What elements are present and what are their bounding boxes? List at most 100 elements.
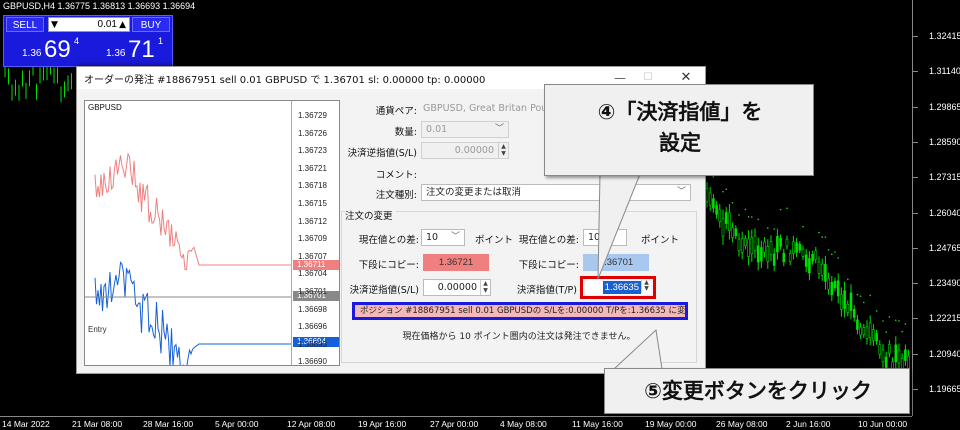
buy-quote-pips: 71	[128, 36, 155, 63]
candle-body	[817, 261, 821, 274]
diff-unit-tp: ポイント	[641, 235, 680, 246]
price-label: 1.32415	[929, 31, 960, 41]
info-message: 現在価格から 10 ポイント圏内の注文は発注できません。	[402, 332, 636, 342]
candle-body	[721, 218, 725, 237]
price-label: 1.24765	[929, 242, 960, 253]
chevron-down-icon: ﹀	[676, 187, 686, 197]
candle-body	[785, 238, 789, 247]
volume-select[interactable]: 0.01 ﹀	[421, 121, 509, 138]
price-tick	[913, 212, 918, 214]
sell-quote-point: 4	[74, 36, 80, 46]
price-tick	[913, 283, 918, 285]
candle-body	[715, 205, 718, 215]
candle-body	[724, 212, 728, 224]
buy-quote-prefix: 1.36	[106, 48, 126, 59]
copy-tp-button[interactable]: 1.36701	[583, 254, 649, 271]
copy-sl-button[interactable]: 1.36721	[423, 254, 489, 271]
candle-body	[865, 326, 869, 339]
date-label: 4 May 08:00	[500, 419, 547, 429]
symbol-label: 通貨ペア:	[375, 106, 417, 117]
indicator-dot	[751, 216, 753, 218]
candle-body	[769, 241, 773, 256]
candle-body	[747, 238, 750, 257]
date-label: 19 Apr 16:00	[358, 419, 407, 429]
candle-body	[884, 356, 888, 368]
indicator-dot	[818, 231, 820, 234]
modify-button-label: ポジション #18867951 sell 0.01 GBPUSDの S/Lを:0…	[360, 306, 688, 316]
tick-price-label: 1.36701	[298, 287, 327, 296]
new-tp-value: 1.36635	[602, 281, 641, 294]
indicator-dot	[738, 214, 740, 216]
tick-chart-price-scale: 1.36711 1.36701 1.36694 1.36729 1.36726 1.…	[291, 101, 339, 366]
tp-highlight-frame: 1.36635 ▲ ▼	[580, 276, 656, 299]
modify-group-title: 注文の変更	[345, 208, 396, 222]
candle-body	[811, 253, 814, 262]
diff-select-tp[interactable]: 10	[583, 229, 627, 246]
candle-body	[808, 258, 811, 274]
new-sl-input[interactable]: 0.00000 ▲ ▼	[423, 279, 491, 296]
order-type-select[interactable]: 注文の変更または取消 ﹀	[421, 184, 691, 201]
candle-body	[779, 238, 782, 247]
candle-body	[734, 228, 738, 237]
volume-value: 0.01	[426, 124, 448, 135]
indicator-dot	[744, 208, 747, 211]
indicator-dot	[821, 236, 823, 238]
date-label: 14 Mar 2022	[2, 419, 50, 429]
date-label: 10 Jun 00:00	[858, 419, 908, 429]
date-label: 26 May 08:00	[716, 419, 768, 429]
candle-body	[872, 329, 875, 341]
sl-spinner-icon[interactable]: ▲ ▼	[498, 143, 508, 158]
indicator-dot	[885, 331, 887, 333]
price-scale[interactable]: 1.32415 1.31140 1.29865 1.28590 1.27315 1.260…	[912, 0, 960, 416]
date-axis[interactable]: 14 Mar 2022 21 Mar 08:00 28 Mar 16:00 5 Apr…	[0, 416, 912, 430]
new-tp-label: 決済指値(T/P)	[516, 285, 577, 296]
candle-body	[888, 344, 891, 354]
candle-body	[904, 349, 907, 361]
sell-quote-prefix: 1.36	[22, 48, 42, 59]
volume-label: 数量:	[394, 127, 417, 138]
new-sl-spinner-icon[interactable]: ▲ ▼	[480, 280, 490, 295]
tick-price-label: 1.36690	[298, 357, 327, 366]
buy-button[interactable]: BUY	[132, 17, 170, 32]
date-label: 12 Apr 08:00	[287, 419, 336, 429]
candle-body	[788, 253, 792, 262]
diff-select-sl[interactable]: 10 ﹀	[421, 229, 465, 246]
price-tick	[913, 71, 918, 73]
candle-body	[718, 209, 722, 223]
candle-body	[705, 188, 709, 202]
lot-decrease-icon[interactable]: ▼	[51, 18, 58, 32]
candle-body	[731, 227, 734, 238]
indicator-dot	[837, 257, 839, 259]
candle-body	[862, 327, 866, 335]
sell-button[interactable]: SELL	[6, 17, 44, 32]
lot-increase-icon[interactable]: ▲	[119, 18, 126, 32]
candle-body	[760, 247, 763, 262]
sl-input[interactable]: 0.00000 ▲ ▼	[421, 142, 509, 159]
candle-body	[782, 252, 786, 263]
buy-quote[interactable]: 1.36 71 1	[90, 35, 172, 67]
candle-body	[836, 280, 840, 297]
candle-body	[737, 238, 741, 252]
sl-label: 決済逆指値(S/L)	[347, 148, 417, 159]
modify-button[interactable]: ポジション #18867951 sell 0.01 GBPUSDの S/Lを:0…	[352, 302, 688, 320]
lot-input[interactable]: ▼ 0.01 ▲	[48, 17, 130, 32]
indicator-dot	[722, 190, 724, 193]
callout-step4: ④「決済指値」を 設定	[544, 84, 814, 176]
indicator-dot	[898, 320, 900, 322]
price-label: 1.19665	[929, 384, 960, 394]
new-tp-input[interactable]: 1.36635 ▲ ▼	[585, 280, 651, 295]
chevron-down-icon: ﹀	[450, 232, 460, 242]
date-label: 21 Mar 08:00	[72, 419, 123, 429]
new-tp-spinner-icon[interactable]: ▲ ▼	[641, 280, 651, 293]
candle-body	[827, 277, 830, 290]
tick-price-label: 1.36723	[298, 146, 327, 156]
ask-line	[94, 152, 291, 271]
indicator-dot	[859, 295, 862, 297]
candle-body	[708, 192, 712, 206]
indicator-dot	[827, 249, 830, 251]
price-label: 1.23490	[929, 278, 960, 289]
indicator-dot	[773, 228, 775, 230]
sell-quote[interactable]: 1.36 69 4	[6, 35, 88, 67]
candle-body	[772, 253, 776, 266]
price-label: 1.22215	[929, 313, 960, 324]
